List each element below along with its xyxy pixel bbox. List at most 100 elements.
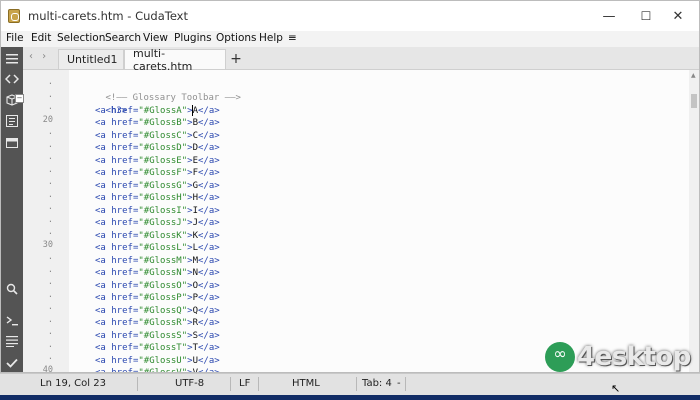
scroll-up-arrow-icon[interactable]: ▲ — [691, 72, 696, 79]
code-line-h3: <h3> — [73, 92, 128, 116]
code-token: <a — [95, 193, 112, 203]
code-token: href= — [111, 230, 139, 241]
line-number: . — [47, 139, 53, 150]
code-token: </a> — [197, 318, 220, 328]
code-token: </a> — [197, 268, 220, 278]
code-token: </a> — [197, 168, 220, 178]
watermark-logo-icon — [545, 342, 575, 372]
code-line-link: <a href="#GlossI">I</a> — [95, 205, 220, 218]
search-icon[interactable] — [4, 281, 20, 297]
menu-more-icon[interactable]: ≡ — [288, 32, 297, 44]
status-separator — [405, 377, 406, 391]
tabs-icon[interactable] — [4, 135, 20, 151]
code-line-link: <a href="#GlossN">N</a> — [95, 267, 220, 280]
code-token: <a — [95, 318, 112, 328]
line-number: . — [47, 327, 53, 337]
code-token: href= — [111, 318, 139, 328]
status-separator — [258, 377, 259, 391]
output-icon[interactable] — [4, 333, 20, 349]
menu-options[interactable]: Options — [216, 32, 257, 44]
code-token: </a> — [197, 118, 220, 128]
code-token: </a> — [197, 218, 220, 228]
code-token: <a — [95, 255, 112, 266]
code-token: </a> — [197, 243, 220, 253]
code-line-link: <a href="#GlossA">A</a> — [95, 104, 220, 118]
hamburger-icon[interactable] — [4, 51, 20, 67]
code-token: <a — [95, 293, 112, 303]
status-separator — [230, 377, 231, 391]
code-line-link: <a href="#GlossU">U</a> — [95, 355, 220, 368]
line-number: 30 — [42, 239, 53, 250]
status-encoding[interactable]: UTF-8 — [175, 378, 204, 389]
add-tab-button[interactable]: + — [226, 49, 246, 69]
tab-untitled1[interactable]: Untitled1 — [58, 49, 124, 69]
line-number: . — [47, 227, 53, 237]
code-token: href= — [111, 355, 139, 366]
code-token: href= — [111, 268, 139, 278]
href-value: "#GlossO" — [138, 280, 188, 291]
code-token: href= — [111, 243, 139, 253]
code-token: <a — [95, 205, 112, 216]
watermark: 4esktop — [545, 340, 691, 374]
tab-nav-arrows-icon[interactable]: ‹ › — [29, 51, 49, 62]
status-line-ending[interactable]: LF — [239, 378, 250, 389]
code-line-link: <a href="#GlossS">S</a> — [95, 330, 220, 343]
code-token: <a — [95, 355, 112, 366]
href-value: "#GlossQ" — [138, 305, 188, 316]
app-window: multi-carets.htm - CudaText — ☐ ✕ File E… — [0, 0, 700, 373]
code-line-link: <a href="#GlossB">B</a> — [95, 117, 220, 130]
menu-plugins[interactable]: Plugins — [174, 32, 212, 44]
tab-bar: ‹ › Untitled1 multi-carets.htm + — [1, 47, 699, 73]
menu-search[interactable]: Search — [105, 32, 141, 44]
code-token: <a — [95, 280, 112, 291]
href-value: "#GlossJ" — [138, 218, 188, 228]
taskbar — [0, 395, 700, 400]
status-bar: Ln 19, Col 23 UTF-8 LF HTML Tab: 4 - — [0, 373, 700, 396]
menu-view[interactable]: View — [143, 32, 168, 44]
code-editor[interactable]: <!—— Glossary Toolbar ——> <h3> <a href="… — [69, 70, 689, 372]
code-line-link: <a href="#GlossL">L</a> — [95, 242, 220, 255]
line-number: . — [47, 77, 53, 87]
status-position[interactable]: Ln 19, Col 23 — [40, 378, 106, 389]
href-value: "#GlossH" — [138, 193, 188, 203]
code-line-link: <a href="#GlossQ">Q</a> — [95, 305, 220, 318]
menu-file[interactable]: File — [6, 32, 24, 44]
code-line-link: <a href="#GlossO">O</a> — [95, 280, 220, 293]
menu-help[interactable]: Help — [259, 32, 283, 44]
href-value: "#GlossI" — [138, 205, 188, 216]
code-token: </a> — [197, 355, 220, 366]
validate-icon[interactable] — [4, 355, 20, 371]
outline-icon[interactable] — [4, 113, 20, 129]
href-value: "#GlossA" — [138, 105, 188, 116]
status-lexer[interactable]: HTML — [292, 378, 320, 389]
scrollbar-thumb[interactable] — [691, 94, 697, 108]
code-token: href= — [111, 193, 139, 203]
code-token: href= — [111, 343, 139, 353]
code-line-link: <a href="#GlossC">C</a> — [95, 130, 220, 143]
code-token: <a — [95, 180, 112, 191]
status-tab-size[interactable]: Tab: 4 — [362, 378, 392, 389]
vertical-scrollbar[interactable]: ▲ — [689, 70, 699, 372]
code-token: href= — [111, 155, 139, 166]
code-token: href= — [111, 293, 139, 303]
code-token: href= — [111, 118, 139, 128]
line-number: . — [47, 277, 53, 287]
href-value: "#GlossG" — [138, 180, 188, 191]
menu-edit[interactable]: Edit — [31, 32, 51, 44]
status-extra: - — [397, 378, 401, 389]
status-separator — [356, 377, 357, 391]
menu-selection[interactable]: Selection — [57, 32, 105, 44]
code-token: href= — [111, 130, 139, 141]
console-icon[interactable] — [4, 313, 20, 329]
code-token: href= — [111, 218, 139, 228]
tab-multi-carets[interactable]: multi-carets.htm — [124, 47, 226, 73]
code-line-link: <a href="#GlossP">P</a> — [95, 292, 220, 305]
code-token: href= — [111, 168, 139, 178]
window-title: multi-carets.htm - CudaText — [28, 9, 189, 23]
close-button[interactable]: ✕ — [655, 1, 699, 31]
app-icon — [8, 9, 20, 23]
code-line-link: <a href="#GlossJ">J</a> — [95, 217, 220, 230]
code-tree-icon[interactable] — [4, 71, 20, 87]
code-token: <a — [95, 305, 112, 316]
href-value: "#GlossL" — [138, 243, 188, 253]
